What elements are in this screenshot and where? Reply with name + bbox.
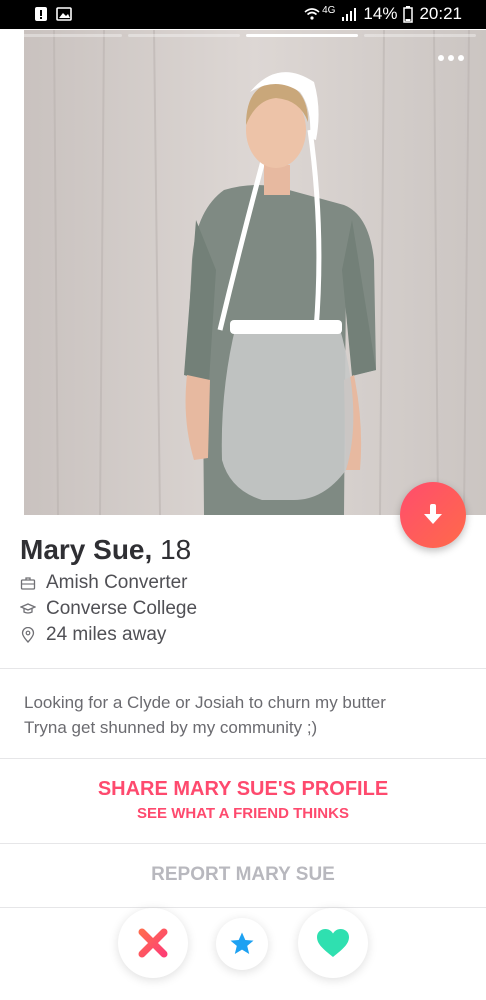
nope-button[interactable] (118, 908, 188, 978)
school-row: Converse College (20, 598, 197, 620)
profile-age: 18 (160, 534, 192, 565)
briefcase-icon (20, 577, 36, 590)
bio-line: Tryna get shunned by my community ;) (24, 718, 318, 737)
divider (0, 907, 486, 908)
photo-indicator-bar-active[interactable] (246, 34, 358, 37)
nope-icon (138, 928, 168, 958)
graduation-cap-icon (20, 603, 36, 614)
distance-label: 24 miles away (46, 624, 167, 645)
profile-photo[interactable] (24, 30, 486, 515)
location-pin-icon (21, 627, 35, 643)
report-button[interactable]: REPORT MARY SUE (0, 864, 486, 886)
job-row: Amish Converter (20, 572, 188, 594)
status-bar: 4G 14% 20:21 (0, 0, 486, 29)
share-profile-button[interactable]: SHARE MARY SUE'S PROFILE (0, 778, 486, 801)
super-like-button[interactable] (216, 918, 268, 970)
divider (0, 668, 486, 669)
image-icon (56, 7, 72, 21)
photo-indicator (0, 34, 486, 40)
view-less-button[interactable] (400, 482, 466, 548)
warning-icon (35, 7, 47, 21)
divider (0, 758, 486, 759)
like-icon (317, 929, 349, 957)
share-profile-subtitle: SEE WHAT A FRIEND THINKS (137, 805, 349, 822)
school-label: Converse College (46, 598, 198, 619)
bio: Looking for a Clyde or Josiah to churn m… (24, 690, 464, 740)
super-like-icon (230, 932, 254, 954)
like-button[interactable] (298, 908, 368, 978)
divider (0, 843, 486, 844)
profile-photo-illustration (24, 30, 486, 515)
wifi-icon (304, 8, 320, 20)
battery-icon (403, 5, 414, 23)
job-label: Amish Converter (46, 572, 188, 593)
photo-indicator-bar[interactable] (10, 34, 122, 37)
bio-line: Looking for a Clyde or Josiah to churn m… (24, 693, 386, 712)
profile-name: Mary Sue, (20, 534, 153, 565)
distance-row: 24 miles away (20, 624, 166, 646)
battery-percent: 14% (363, 4, 398, 23)
photo-indicator-bar[interactable] (364, 34, 476, 37)
arrow-down-icon (424, 504, 442, 524)
clock: 20:21 (419, 4, 462, 23)
signal-icon (342, 8, 357, 21)
network-type: 4G (322, 4, 336, 16)
profile-name-age: Mary Sue, 18 (20, 534, 191, 566)
more-icon[interactable] (438, 55, 464, 61)
photo-indicator-bar[interactable] (128, 34, 240, 37)
